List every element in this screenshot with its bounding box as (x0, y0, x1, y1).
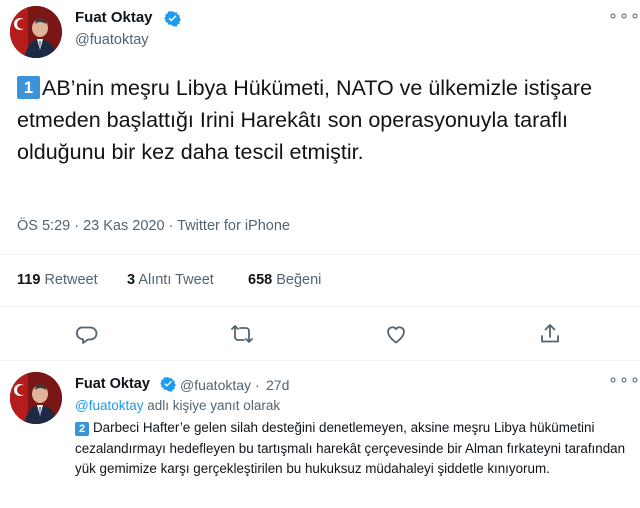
quote-count: 3 (127, 272, 136, 288)
divider (0, 306, 640, 307)
like-stat[interactable]: 658 Beğeni (248, 272, 321, 288)
number-badge: 1 (17, 76, 40, 99)
retweet-count: 119 (17, 272, 41, 288)
reply-author-handle[interactable]: @fuatoktay (180, 377, 251, 393)
retweet-stat[interactable]: 119 Retweet (17, 272, 98, 288)
author-name[interactable]: Fuat Oktay (75, 9, 153, 26)
retweet-label: Retweet (44, 272, 98, 288)
reply-to-suffix: adlı kişiye yanıt olarak (147, 398, 281, 413)
divider (0, 254, 640, 255)
tweet-text-body: AB’nin meşru Libya Hükümeti, NATO ve ülk… (17, 76, 593, 164)
share-icon[interactable] (538, 322, 562, 346)
divider (0, 360, 640, 361)
reply-tweet-text: 2 Darbeci Hafter’e gelen silah desteğini … (75, 418, 630, 480)
reply-context: @fuatoktay adlı kişiye yanıt olarak (75, 398, 280, 413)
more-options-icon[interactable]: ∘∘∘ (608, 9, 640, 25)
reply-more-options-icon[interactable]: ∘∘∘ (608, 373, 640, 389)
tweet-text: 1 AB’nin meşru Libya Hükümeti, NATO ve ül… (17, 72, 617, 168)
verified-badge-icon (164, 10, 181, 32)
like-count: 658 (248, 272, 273, 288)
like-label: Beğeni (276, 272, 322, 288)
retweet-icon[interactable] (230, 322, 254, 346)
author-avatar[interactable] (10, 6, 62, 58)
reply-separator: · (255, 377, 260, 393)
tweet-meta[interactable]: ÖS 5:29 · 23 Kas 2020 · Twitter for iPho… (17, 218, 290, 234)
quote-stat[interactable]: 3 Alıntı Tweet (127, 272, 214, 288)
reply-author-avatar[interactable] (10, 372, 62, 424)
author-handle[interactable]: @fuatoktay (75, 32, 149, 48)
reply-author-name[interactable]: Fuat Oktay (75, 376, 150, 392)
reply-age[interactable]: 27d (266, 377, 289, 393)
reply-icon[interactable] (76, 322, 100, 346)
verified-badge-icon (160, 376, 176, 397)
quote-label: Alıntı Tweet (138, 272, 214, 288)
reply-to-mention[interactable]: @fuatoktay (75, 398, 144, 413)
reply-text-body: Darbeci Hafter’e gelen silah desteğini d… (75, 420, 626, 476)
like-icon[interactable] (384, 322, 408, 346)
reply-number-badge: 2 (75, 422, 89, 436)
